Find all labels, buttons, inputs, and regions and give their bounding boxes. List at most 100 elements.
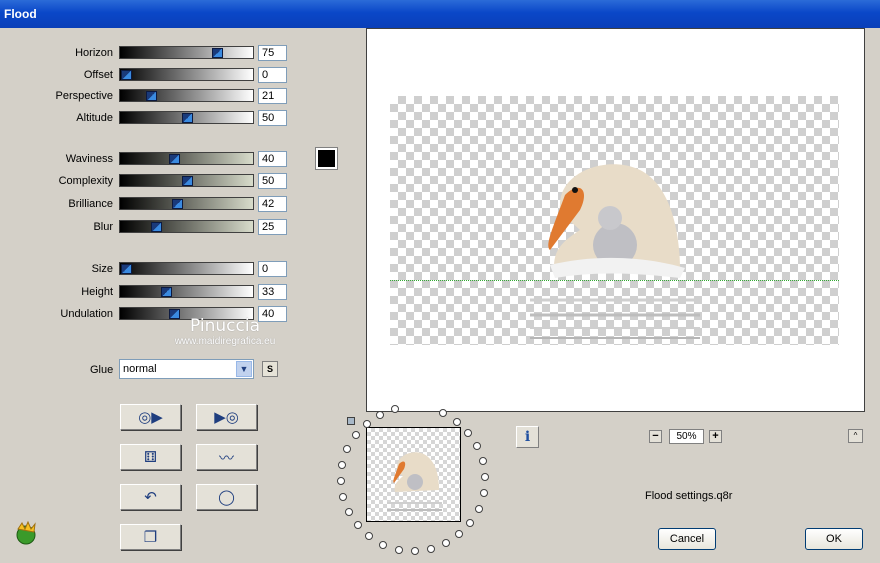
waviness-value-field[interactable]: 40 bbox=[258, 151, 287, 167]
arrow-disc-right-icon: ▶◎ bbox=[214, 409, 239, 426]
blur-label: Blur bbox=[93, 221, 113, 233]
size-value-field[interactable]: 0 bbox=[258, 261, 287, 277]
offset-slider[interactable] bbox=[119, 68, 254, 81]
window-title: Flood bbox=[4, 7, 37, 21]
glue-select-value: normal bbox=[123, 363, 157, 375]
altitude-slider[interactable] bbox=[119, 111, 254, 124]
navigator-ring-dot[interactable] bbox=[480, 489, 488, 497]
navigator-ring-dot[interactable] bbox=[473, 442, 481, 450]
navigator-ring-dot[interactable] bbox=[442, 539, 450, 547]
size-slider-thumb[interactable] bbox=[121, 264, 132, 274]
blur-value-field[interactable]: 25 bbox=[258, 219, 287, 235]
brilliance-slider-thumb[interactable] bbox=[172, 199, 183, 209]
navigator-ring-dot[interactable] bbox=[455, 530, 463, 538]
waviness-slider[interactable] bbox=[119, 152, 254, 165]
perspective-slider[interactable] bbox=[119, 89, 254, 102]
param-row-brilliance: Brilliance 42 bbox=[0, 196, 300, 214]
swan-thumbnail bbox=[387, 452, 442, 511]
param-row-height: Height 33 bbox=[0, 284, 300, 302]
navigator-ring-dot[interactable] bbox=[427, 545, 435, 553]
height-slider[interactable] bbox=[119, 285, 254, 298]
perspective-value-field[interactable]: 21 bbox=[258, 88, 287, 104]
height-slider-thumb[interactable] bbox=[161, 287, 172, 297]
watermark-url: www.maidiregrafica.eu bbox=[174, 336, 276, 347]
zoom-level: 50% bbox=[669, 429, 704, 444]
altitude-value-field[interactable]: 50 bbox=[258, 110, 287, 126]
info-button[interactable]: i bbox=[516, 426, 539, 448]
navigator-ring-dot[interactable] bbox=[354, 521, 362, 529]
brilliance-value-field[interactable]: 42 bbox=[258, 196, 287, 212]
ok-button[interactable]: OK bbox=[805, 528, 863, 550]
navigator-ring-dot[interactable] bbox=[453, 418, 461, 426]
horizon-slider-thumb[interactable] bbox=[212, 48, 223, 58]
param-row-altitude: Altitude 50 bbox=[0, 110, 300, 128]
previous-preset-button[interactable]: ◎▶ bbox=[120, 404, 181, 430]
navigator-ring-dot[interactable] bbox=[466, 519, 474, 527]
wave-button[interactable]: 〰 bbox=[196, 444, 257, 470]
copy-button[interactable]: ❐ bbox=[120, 524, 181, 550]
navigator-ring-dot[interactable] bbox=[411, 547, 419, 555]
param-row-offset: Offset 0 bbox=[0, 67, 300, 85]
navigator-ring-dot[interactable] bbox=[343, 445, 351, 453]
reset-button[interactable]: ◯ bbox=[196, 484, 257, 510]
navigator-ring-dot[interactable] bbox=[481, 473, 489, 481]
navigator-ring-dot[interactable] bbox=[439, 409, 447, 417]
navigator-ring-dot[interactable] bbox=[464, 429, 472, 437]
navigator-ring-dot[interactable] bbox=[363, 420, 371, 428]
navigator-ring-dot[interactable] bbox=[395, 546, 403, 554]
blur-slider-thumb[interactable] bbox=[151, 222, 162, 232]
collapse-button[interactable]: ^ bbox=[848, 429, 863, 443]
size-slider[interactable] bbox=[119, 262, 254, 275]
height-value-field[interactable]: 33 bbox=[258, 284, 287, 300]
chevron-down-icon[interactable]: ▼ bbox=[236, 361, 252, 377]
altitude-slider-thumb[interactable] bbox=[182, 113, 193, 123]
navigator-ring-dot[interactable] bbox=[376, 411, 384, 419]
zoom-in-button[interactable]: + bbox=[709, 430, 722, 443]
watermark: Pinuccia www.maidiregrafica.eu bbox=[160, 316, 290, 347]
complexity-label: Complexity bbox=[58, 175, 113, 187]
wave-icon: 〰 bbox=[218, 449, 234, 467]
filter-logo-icon bbox=[16, 520, 36, 545]
brilliance-slider[interactable] bbox=[119, 197, 254, 210]
complexity-value-field[interactable]: 50 bbox=[258, 173, 287, 189]
horizon-slider[interactable] bbox=[119, 46, 254, 59]
color-swatch[interactable] bbox=[315, 147, 338, 170]
offset-slider-thumb[interactable] bbox=[121, 70, 132, 80]
navigator-ring-dot[interactable] bbox=[338, 461, 346, 469]
glue-label: Glue bbox=[90, 364, 114, 376]
undo-icon: ↶ bbox=[144, 489, 157, 506]
size-label: Size bbox=[91, 263, 113, 275]
glue-select[interactable]: normal ▼ bbox=[119, 359, 254, 379]
offset-value-field[interactable]: 0 bbox=[258, 67, 287, 83]
waviness-slider-thumb[interactable] bbox=[169, 154, 180, 164]
ring-icon: ◯ bbox=[218, 489, 235, 506]
height-label: Height bbox=[81, 286, 113, 298]
navigator-ring-dot[interactable] bbox=[391, 405, 399, 413]
navigator-ring-dot[interactable] bbox=[365, 532, 373, 540]
param-row-perspective: Perspective 21 bbox=[0, 88, 300, 106]
horizon-guide[interactable] bbox=[390, 280, 839, 281]
complexity-slider[interactable] bbox=[119, 174, 254, 187]
undulation-label: Undulation bbox=[60, 308, 113, 320]
navigator-ring-dot[interactable] bbox=[337, 477, 345, 485]
next-preset-button[interactable]: ▶◎ bbox=[196, 404, 257, 430]
blur-slider[interactable] bbox=[119, 220, 254, 233]
complexity-slider-thumb[interactable] bbox=[182, 176, 193, 186]
glue-s-button[interactable]: S bbox=[262, 361, 278, 377]
horizon-value-field[interactable]: 75 bbox=[258, 45, 287, 61]
navigator-thumbnail[interactable] bbox=[366, 427, 461, 522]
navigator-ring-dot[interactable] bbox=[475, 505, 483, 513]
navigator-ring-dot[interactable] bbox=[352, 431, 360, 439]
randomize-button[interactable]: ⚅ bbox=[120, 444, 181, 470]
cancel-button[interactable]: Cancel bbox=[658, 528, 716, 550]
navigator-ring-dot[interactable] bbox=[345, 508, 353, 516]
zoom-out-button[interactable]: − bbox=[649, 430, 662, 443]
navigator-handle[interactable] bbox=[347, 417, 355, 425]
undo-button[interactable]: ↶ bbox=[120, 484, 181, 510]
navigator-ring-dot[interactable] bbox=[479, 457, 487, 465]
param-row-blur: Blur 25 bbox=[0, 219, 300, 237]
offset-label: Offset bbox=[83, 69, 113, 81]
perspective-slider-thumb[interactable] bbox=[146, 91, 157, 101]
navigator-ring-dot[interactable] bbox=[339, 493, 347, 501]
navigator-ring-dot[interactable] bbox=[379, 541, 387, 549]
